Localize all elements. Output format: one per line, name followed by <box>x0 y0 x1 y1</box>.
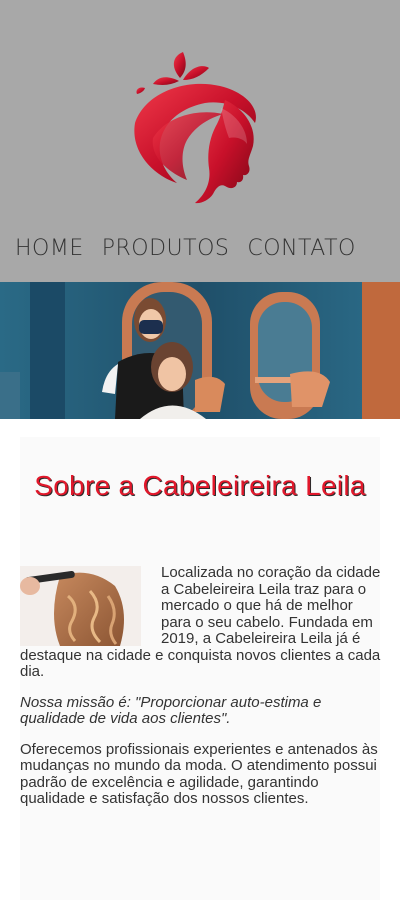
nav-contato-link[interactable]: CONTATO <box>247 236 355 261</box>
salon-photo <box>0 282 400 419</box>
nav-produtos-link[interactable]: PRODUTOS <box>102 236 230 261</box>
about-text: Localizada no coração da cidade a Cabele… <box>20 564 382 822</box>
about-title: Sobre a Cabeleireira Leila <box>34 470 366 501</box>
about-paragraph-services: Oferecemos profissionais experientes e a… <box>20 740 378 807</box>
woman-hair-logo-icon[interactable] <box>125 48 275 208</box>
main-nav: HOME PRODUTOS CONTATO <box>15 236 374 261</box>
nav-home-link[interactable]: HOME <box>15 236 84 261</box>
about-section: Sobre a Cabeleireira Leila Localizada no… <box>0 419 400 900</box>
hero-salon-image <box>0 282 400 419</box>
about-paragraph-mission: Nossa missão é: "Proporcionar auto-estim… <box>20 693 322 727</box>
site-header: HOME PRODUTOS CONTATO <box>0 0 400 282</box>
